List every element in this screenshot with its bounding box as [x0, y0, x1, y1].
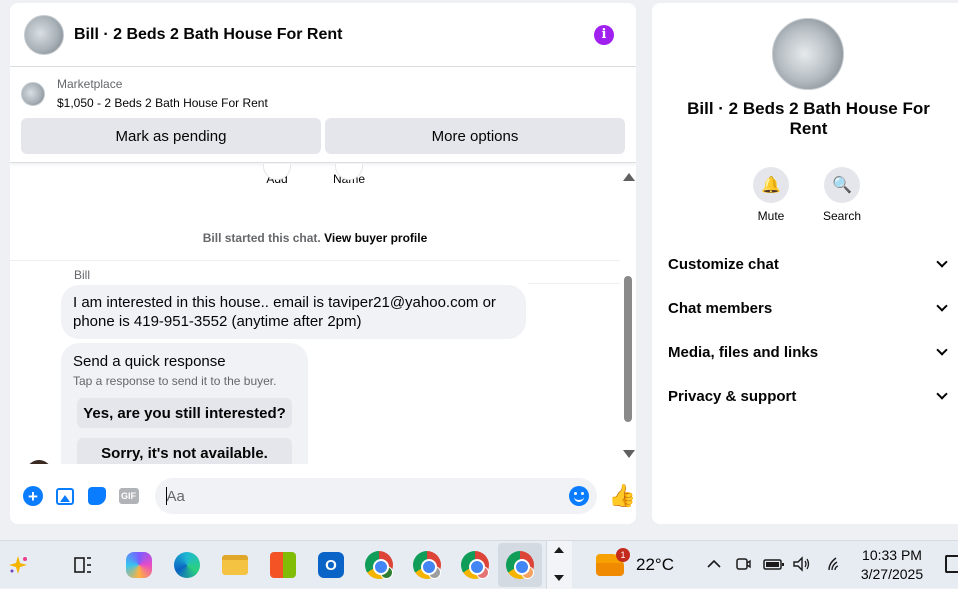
more-options-button[interactable]: More options: [325, 118, 625, 154]
quick-response-option-1[interactable]: Yes, are you still interested?: [77, 398, 292, 428]
tray-chevron-up-icon[interactable]: [705, 555, 723, 578]
chevron-down-icon: [936, 344, 948, 356]
sticker-icon[interactable]: [87, 486, 107, 506]
thumbs-up-icon[interactable]: 👍: [609, 485, 636, 507]
copilot-sparkle-icon[interactable]: [2, 549, 34, 581]
chat-panel: Bill · 2 Beds 2 Bath House For Rent i Ma…: [10, 3, 636, 524]
message-bubble[interactable]: I am interested in this house.. email is…: [61, 285, 526, 339]
taskbar: O 1 22°C 10:33 PM 3/27/2025: [0, 540, 958, 589]
profile-name: Bill · 2 Beds 2 Bath House For Rent: [687, 99, 930, 138]
network-icon[interactable]: [826, 555, 844, 578]
info-icon[interactable]: i: [594, 24, 614, 45]
section-chat-members[interactable]: Chat members: [668, 297, 950, 319]
microsoft-store-icon[interactable]: [267, 549, 299, 581]
scroll-up-arrow-icon[interactable]: [623, 173, 635, 181]
quick-response-title: Send a quick response: [73, 353, 226, 370]
chevron-up-icon[interactable]: [554, 547, 564, 553]
section-customize-chat[interactable]: Customize chat: [668, 253, 950, 275]
clock-time: 10:33 PM: [862, 547, 922, 563]
chevron-down-icon: [936, 256, 948, 268]
chevron-down-icon: [936, 300, 948, 312]
divider: [528, 283, 620, 284]
quick-response-card: Send a quick response Tap a response to …: [61, 343, 308, 464]
weather-badge: 1: [616, 548, 630, 562]
notification-center-icon[interactable]: [945, 555, 958, 573]
sender-name: Bill: [74, 268, 91, 282]
plus-icon[interactable]: +: [23, 486, 43, 506]
mute-button[interactable]: 🔔 Mute: [741, 167, 801, 223]
listing-avatar[interactable]: [24, 14, 64, 55]
marketplace-label: Marketplace: [57, 77, 123, 91]
weather-icon: 1: [596, 548, 630, 576]
message-list: Add Name Bill started this chat. View bu…: [10, 164, 636, 464]
weather-temp: 22°C: [636, 555, 674, 574]
marketplace-listing-card: Marketplace $1,050 - 2 Beds 2 Bath House…: [10, 67, 636, 163]
quick-response-subtitle: Tap a response to send it to the buyer.: [73, 374, 277, 388]
scroll-down-arrow-icon[interactable]: [623, 450, 635, 458]
section-media-files-links[interactable]: Media, files and links: [668, 341, 950, 363]
edge-icon[interactable]: [171, 549, 203, 581]
chat-header: Bill · 2 Beds 2 Bath House For Rent i: [10, 3, 636, 67]
chevron-down-icon[interactable]: [554, 575, 564, 581]
meet-now-icon[interactable]: [734, 555, 752, 578]
chrome-profile-3-icon[interactable]: [459, 549, 491, 581]
chrome-profile-2-icon[interactable]: [411, 549, 443, 581]
battery-icon[interactable]: [763, 555, 785, 578]
bell-icon: 🔔: [753, 167, 789, 203]
chrome-profile-1-icon[interactable]: [363, 549, 395, 581]
section-label: Customize chat: [668, 255, 779, 273]
section-label: Media, files and links: [668, 343, 819, 361]
section-label: Chat members: [668, 299, 773, 317]
divider: [10, 260, 620, 261]
listing-thumbnail[interactable]: [21, 81, 45, 106]
gif-icon[interactable]: GIF: [118, 486, 139, 506]
outlook-icon[interactable]: O: [315, 549, 347, 581]
message-scrollbar[interactable]: [620, 164, 636, 464]
copilot-icon[interactable]: [123, 549, 155, 581]
name-chat-action[interactable]: Name: [330, 164, 368, 186]
search-label: Search: [822, 209, 862, 223]
view-buyer-profile-link[interactable]: View buyer profile: [324, 231, 427, 245]
chat-info-panel: Bill · 2 Beds 2 Bath House For Rent 🔔 Mu…: [652, 3, 958, 524]
task-view-icon[interactable]: [67, 549, 99, 581]
message-input-placeholder: Aa: [166, 487, 185, 505]
mute-label: Mute: [757, 209, 785, 223]
clock-date: 3/27/2025: [860, 566, 924, 582]
add-people-action[interactable]: Add: [262, 164, 292, 186]
volume-icon[interactable]: [792, 555, 812, 578]
emoji-icon[interactable]: [568, 486, 589, 506]
quick-response-option-2[interactable]: Sorry, it's not available.: [77, 438, 292, 464]
mark-as-pending-button[interactable]: Mark as pending: [21, 118, 321, 154]
chrome-profile-4-icon[interactable]: [504, 549, 536, 581]
listing-title[interactable]: $1,050 - 2 Beds 2 Bath House For Rent: [57, 96, 268, 110]
chat-start-text: Bill started this chat.: [202, 231, 321, 245]
chat-start-notice: Bill started this chat. View buyer profi…: [10, 231, 620, 245]
section-label: Privacy & support: [668, 387, 797, 405]
weather-widget[interactable]: 1 22°C: [596, 548, 674, 576]
message-input[interactable]: Aa: [154, 478, 597, 514]
scroll-thumb[interactable]: [624, 276, 632, 422]
search-button[interactable]: 🔍 Search: [812, 167, 872, 223]
system-clock[interactable]: 10:33 PM 3/27/2025: [852, 546, 932, 584]
message-composer: + GIF Aa 👍: [10, 474, 636, 518]
search-icon: 🔍: [824, 167, 860, 203]
profile-avatar[interactable]: [772, 18, 844, 90]
chat-title[interactable]: Bill · 2 Beds 2 Bath House For Rent: [74, 26, 594, 44]
sender-avatar: [26, 460, 52, 464]
section-privacy-support[interactable]: Privacy & support: [668, 385, 950, 407]
attach-image-icon[interactable]: [55, 486, 75, 506]
file-explorer-icon[interactable]: [219, 549, 251, 581]
chevron-down-icon: [936, 388, 948, 400]
